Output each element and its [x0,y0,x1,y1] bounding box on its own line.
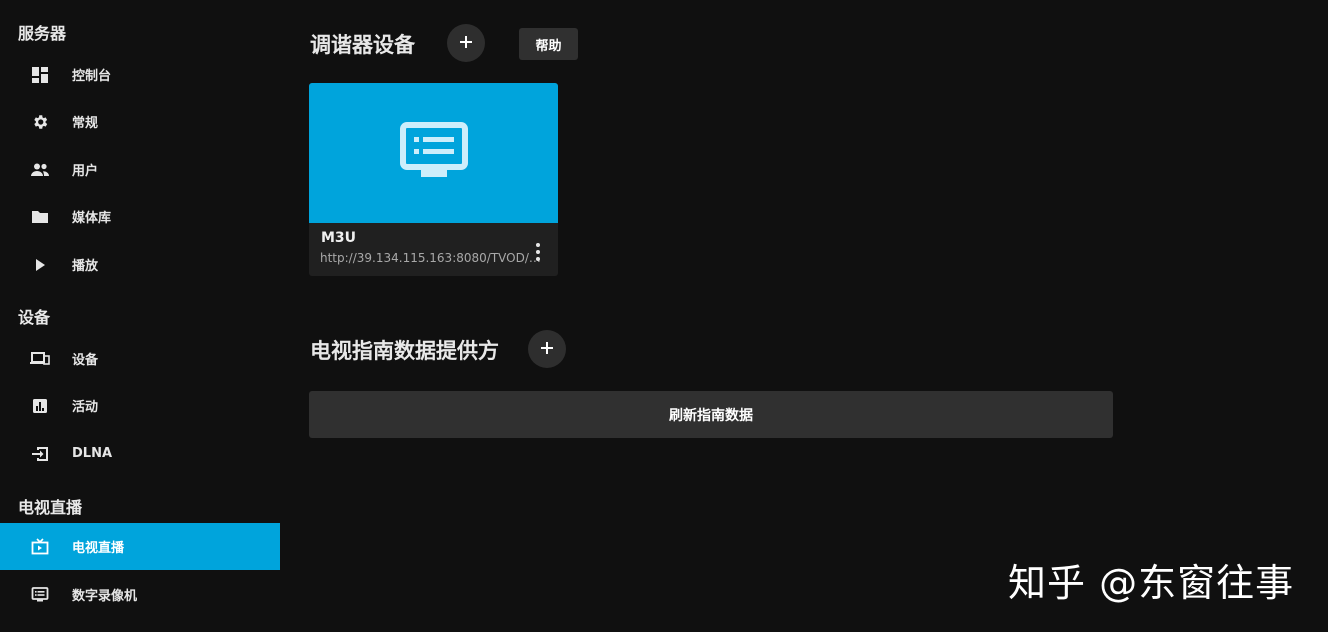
tuner-card-image [309,83,558,223]
sidebar-item-general[interactable]: 常规 [0,98,280,145]
help-button[interactable]: 帮助 [519,28,578,60]
tuner-card-title: M3U [321,230,357,246]
sidebar-item-label: 数字录像机 [72,589,138,604]
input-icon [30,444,50,464]
live-tv-icon [30,537,50,557]
sidebar-item-label: DLNA [72,446,113,461]
sidebar-item-dvr[interactable]: 数字录像机 [0,571,280,618]
add-tuner-button[interactable] [447,24,485,62]
sidebar-item-users[interactable]: 用户 [0,146,280,193]
main-content: 调谐器设备 帮助 M3U http://39.134.115.163:8080/… [280,0,1328,632]
devices-icon [30,349,50,369]
dvr-icon [399,122,469,184]
plus-icon [540,340,554,359]
sidebar-item-devices[interactable]: 设备 [0,335,280,382]
sidebar-item-playback[interactable]: 播放 [0,241,280,288]
sidebar-item-label: 媒体库 [72,211,112,226]
plus-icon [459,34,473,53]
section-title-server: 服务器 [18,24,67,43]
tuner-devices-heading: 调谐器设备 [310,33,415,57]
sidebar-item-label: 播放 [72,259,99,274]
add-guide-provider-button[interactable] [528,330,566,368]
bar-chart-icon [30,396,50,416]
sidebar-item-dlna[interactable]: DLNA [0,430,280,477]
folder-icon [30,207,50,227]
sidebar: 服务器 控制台 常规 用户 媒体库 播放 设备 设备 活动 DLNA 电视直播 … [0,0,280,632]
gear-icon [30,112,50,132]
more-vert-icon[interactable] [528,239,548,265]
sidebar-item-label: 设备 [72,353,99,368]
sidebar-item-livetv[interactable]: 电视直播 [0,523,280,570]
sidebar-item-library[interactable]: 媒体库 [0,193,280,240]
sidebar-item-label: 用户 [72,164,99,179]
watermark: 知乎 @东窗往事 [1008,561,1295,605]
refresh-guide-button[interactable]: 刷新指南数据 [309,391,1113,438]
tuner-card-url: http://39.134.115.163:8080/TVOD/8... [320,251,542,265]
play-icon [30,255,50,275]
dashboard-icon [30,65,50,85]
section-title-livetv: 电视直播 [18,498,83,517]
guide-providers-heading: 电视指南数据提供方 [310,339,499,363]
sidebar-item-label: 常规 [72,116,99,131]
sidebar-item-label: 电视直播 [72,541,125,556]
dvr-icon [30,585,50,605]
sidebar-item-dashboard[interactable]: 控制台 [0,51,280,98]
people-icon [30,160,50,180]
sidebar-item-label: 活动 [72,400,99,415]
tuner-card[interactable]: M3U http://39.134.115.163:8080/TVOD/8... [309,83,558,276]
section-title-devices: 设备 [18,308,51,327]
sidebar-item-label: 控制台 [72,69,112,84]
sidebar-item-activity[interactable]: 活动 [0,382,280,429]
